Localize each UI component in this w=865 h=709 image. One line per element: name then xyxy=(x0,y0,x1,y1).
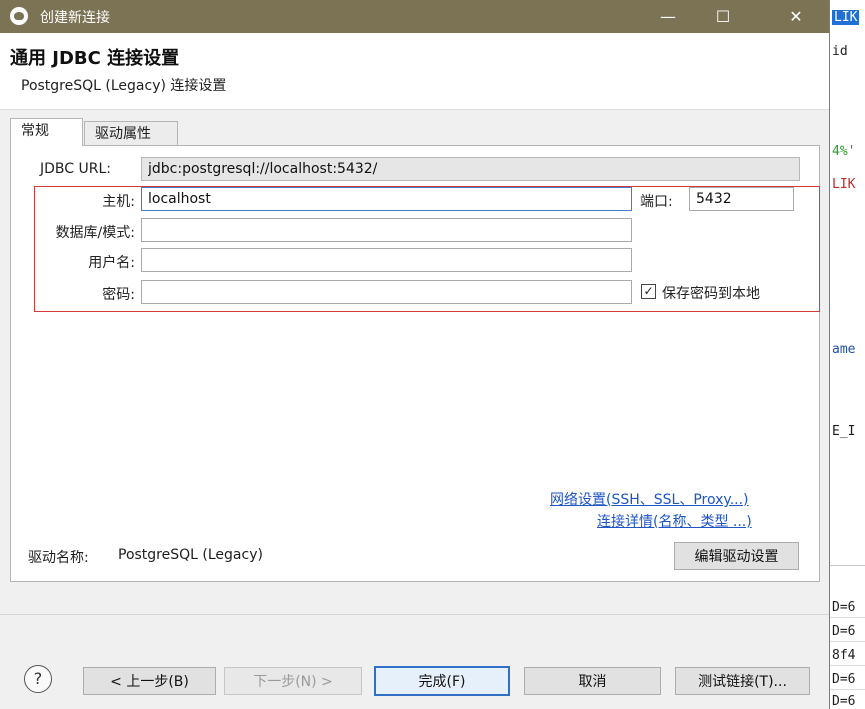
test-connection-button[interactable]: 测试链接(T)... xyxy=(675,667,810,695)
database-input[interactable] xyxy=(141,218,632,242)
cancel-button[interactable]: 取消 xyxy=(524,667,661,695)
editor-text: E_I xyxy=(832,424,856,439)
minimize-button[interactable]: — xyxy=(645,0,691,33)
result-cell: D=6 xyxy=(830,670,865,690)
jdbc-url-field[interactable] xyxy=(141,157,800,181)
save-password-checkbox[interactable]: ✓ xyxy=(641,284,656,299)
save-password-label[interactable]: 保存密码到本地 xyxy=(662,283,760,303)
close-button[interactable]: ✕ xyxy=(773,0,819,33)
connection-details-link[interactable]: 连接详情(名称、类型 ...) xyxy=(597,511,752,531)
help-icon[interactable]: ? xyxy=(24,665,52,693)
page-title: 通用 JDBC 连接设置 xyxy=(10,48,180,69)
title-bar[interactable]: 创建新连接 — ☐ ✕ xyxy=(0,0,829,33)
next-button[interactable]: 下一步(N) > xyxy=(224,667,362,695)
username-label: 用户名: xyxy=(88,255,135,271)
tab-driver-properties[interactable]: 驱动属性 xyxy=(84,121,178,146)
maximize-button[interactable]: ☐ xyxy=(700,0,746,33)
app-logo-icon xyxy=(10,7,28,25)
editor-string: 4%' xyxy=(832,144,856,159)
result-cell: D=6 xyxy=(830,692,865,709)
result-cell: D=6 xyxy=(830,598,865,618)
editor-identifier: ame xyxy=(832,342,856,357)
database-label: 数据库/模式: xyxy=(55,225,135,241)
editor-text: id xyxy=(832,44,848,59)
editor-divider xyxy=(830,565,865,566)
driver-name-label: 驱动名称: xyxy=(28,550,89,566)
result-cell: D=6 xyxy=(830,622,865,642)
tab-general[interactable]: 常规 xyxy=(10,118,83,146)
network-settings-link[interactable]: 网络设置(SSH、SSL、Proxy...) xyxy=(550,489,749,509)
editor-keyword: LIK xyxy=(832,177,856,192)
driver-name-value: PostgreSQL (Legacy) xyxy=(118,547,263,563)
new-connection-dialog: 创建新连接 — ☐ ✕ 通用 JDBC 连接设置 PostgreSQL (Leg… xyxy=(0,0,830,709)
edit-driver-settings-button[interactable]: 编辑驱动设置 xyxy=(674,542,799,570)
background-editor: LIK id 4%' LIK ame E_I D=6 D=6 8f4 D=6 D… xyxy=(829,0,865,709)
port-input[interactable] xyxy=(689,187,794,211)
jdbc-url-label: JDBC URL: xyxy=(40,161,111,177)
back-button[interactable]: < 上一步(B) xyxy=(83,667,216,695)
window-title: 创建新连接 xyxy=(40,10,110,26)
host-input[interactable] xyxy=(141,187,632,211)
result-cell: 8f4 xyxy=(830,646,865,666)
port-label: 端口: xyxy=(640,194,673,210)
host-label: 主机: xyxy=(102,194,135,210)
password-input[interactable] xyxy=(141,280,632,304)
finish-button[interactable]: 完成(F) xyxy=(374,666,510,696)
footer-divider xyxy=(0,614,829,615)
editor-keyword: LIK xyxy=(832,10,860,25)
page-subtitle: PostgreSQL (Legacy) 连接设置 xyxy=(21,78,227,94)
password-label: 密码: xyxy=(102,287,135,303)
dialog-header: 通用 JDBC 连接设置 PostgreSQL (Legacy) 连接设置 xyxy=(0,33,829,110)
username-input[interactable] xyxy=(141,248,632,272)
